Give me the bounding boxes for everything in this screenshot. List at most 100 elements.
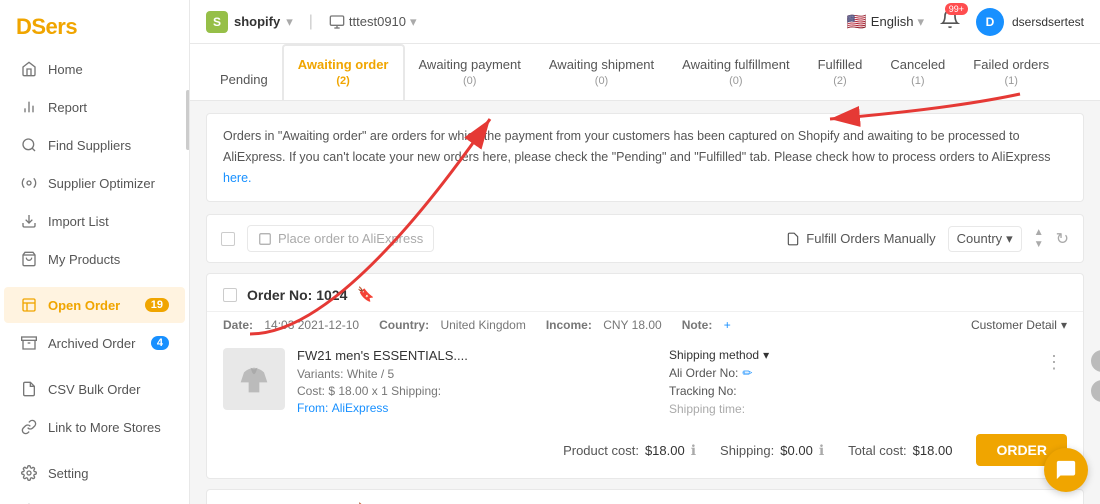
sidebar-item-supplier-optimizer[interactable]: Supplier Optimizer — [4, 165, 185, 201]
product-cost-detail: Cost: $ 18.00 x 1 Shipping: — [297, 384, 657, 398]
tab-fulfilled-count: (2) — [833, 74, 846, 89]
order-1-checkbox[interactable] — [223, 288, 237, 302]
add-note-icon[interactable]: + — [724, 318, 731, 332]
order-1-number: Order No: 1024 — [247, 287, 347, 303]
sidebar-item-csv-bulk-order[interactable]: CSV Bulk Order — [4, 371, 185, 407]
tab-fulfilled[interactable]: Fulfilled (2) — [804, 46, 877, 100]
product-variant: Variants: White / 5 — [297, 367, 657, 381]
tracking-no: Tracking No: — [669, 384, 1029, 398]
tab-awaiting-fulfillment[interactable]: Awaiting fulfillment (0) — [668, 46, 803, 100]
store-icon — [329, 14, 345, 30]
sidebar-item-find-suppliers-label: Find Suppliers — [48, 138, 169, 153]
total-cost-label: Total cost: — [848, 443, 907, 458]
tab-awaiting-payment-label: Awaiting payment — [419, 56, 521, 74]
store-selector[interactable]: tttest0910 ▾ — [329, 14, 417, 30]
lang-chevron-icon: ▾ — [917, 14, 924, 30]
topbar: S shopify ▾ | tttest0910 ▾ 🇺🇸 English ▾ … — [190, 0, 1100, 44]
avatar: D — [976, 8, 1004, 36]
shipping-method-label: Shipping method — [669, 348, 759, 362]
open-order-badge: 19 — [145, 298, 169, 312]
sidebar-item-manage-subscription[interactable]: Manage subscription — [4, 493, 185, 504]
order-card-2: Order No: 1023 🔖 — [206, 489, 1084, 504]
notification-button[interactable]: 99+ — [940, 9, 960, 34]
sidebar-item-import-list[interactable]: Import List — [4, 203, 185, 239]
select-all-checkbox[interactable] — [221, 232, 235, 246]
order-1-date-label: Date: 14:03 2021-12-10 — [223, 318, 359, 332]
tab-canceled[interactable]: Canceled (1) — [876, 46, 959, 100]
info-box: Orders in "Awaiting order" are orders fo… — [206, 113, 1084, 203]
tab-failed-orders-count: (1) — [1005, 74, 1018, 89]
shipping-chevron-icon: ▾ — [763, 348, 769, 362]
shopping-bag-icon — [20, 250, 38, 268]
order-1-country: United Kingdom — [440, 318, 525, 332]
logo: DSers — [0, 0, 189, 50]
tab-awaiting-payment[interactable]: Awaiting payment (0) — [405, 46, 535, 100]
tab-pending-label: Pending — [220, 71, 268, 89]
order-2-header: Order No: 1023 🔖 — [207, 490, 1083, 504]
order-card-1: Order No: 1024 🔖 Date: 14:03 2021-12-10 … — [206, 273, 1084, 479]
order-1-bookmark-icon[interactable]: 🔖 — [357, 286, 374, 303]
order-1-country-label: Country: United Kingdom — [379, 318, 526, 332]
sidebar-item-report[interactable]: Report — [4, 89, 185, 125]
sidebar-item-csv-label: CSV Bulk Order — [48, 382, 169, 397]
sidebar-item-supplier-optimizer-label: Supplier Optimizer — [48, 176, 169, 191]
language-selector[interactable]: 🇺🇸 English ▾ — [847, 12, 924, 32]
chat-icon — [1055, 459, 1077, 481]
sidebar-item-link-stores[interactable]: Link to More Stores — [4, 409, 185, 445]
sidebar-item-link-stores-label: Link to More Stores — [48, 420, 169, 435]
sidebar-item-import-list-label: Import List — [48, 214, 169, 229]
sidebar-item-archived-order-label: Archived Order — [48, 336, 141, 351]
product-from[interactable]: From: AliExpress — [297, 401, 657, 415]
more-options-button[interactable]: ⋮ — [1041, 348, 1067, 377]
gear-icon — [20, 464, 38, 482]
chevron-down-icon: ▾ — [286, 14, 293, 30]
document-icon — [20, 296, 38, 314]
sidebar-item-open-order[interactable]: Open Order 19 — [4, 287, 185, 323]
sidebar-item-my-products-label: My Products — [48, 252, 169, 267]
info-link[interactable]: here. — [223, 171, 252, 185]
tab-awaiting-shipment-count: (0) — [595, 74, 608, 89]
chat-button[interactable] — [1044, 448, 1088, 492]
flag-icon: 🇺🇸 — [847, 12, 867, 32]
total-cost-value: $18.00 — [913, 443, 953, 458]
sidebar-item-setting[interactable]: Setting — [4, 455, 185, 491]
bar-chart-icon — [20, 98, 38, 116]
tab-awaiting-order[interactable]: Awaiting order (2) — [282, 44, 405, 100]
tab-failed-orders[interactable]: Failed orders (1) — [959, 46, 1063, 100]
ali-order: Ali Order No: ✏ — [669, 366, 1029, 380]
product-cost-label: Product cost: — [563, 443, 639, 458]
tab-canceled-count: (1) — [911, 74, 924, 89]
country-select[interactable]: Country ▾ — [948, 226, 1022, 252]
tab-pending[interactable]: Pending — [206, 61, 282, 99]
scroll-down-button[interactable] — [1091, 380, 1100, 402]
sidebar-item-setting-label: Setting — [48, 466, 169, 481]
place-order-button[interactable]: Place order to AliExpress — [247, 225, 434, 252]
scroll-up-button[interactable] — [1091, 350, 1100, 372]
sidebar-item-find-suppliers[interactable]: Find Suppliers — [4, 127, 185, 163]
sidebar-item-my-products[interactable]: My Products — [4, 241, 185, 277]
main-content: S shopify ▾ | tttest0910 ▾ 🇺🇸 English ▾ … — [190, 0, 1100, 504]
tab-awaiting-fulfillment-count: (0) — [729, 74, 742, 89]
place-order-label: Place order to AliExpress — [278, 231, 423, 246]
fulfill-button[interactable]: Fulfill Orders Manually — [786, 231, 935, 246]
edit-ali-order-icon[interactable]: ✏ — [742, 366, 752, 380]
orders-toolbar: Place order to AliExpress Fulfill Orders… — [206, 214, 1084, 263]
sidebar-item-archived-order[interactable]: Archived Order 4 — [4, 325, 185, 361]
download-icon — [20, 212, 38, 230]
refresh-button[interactable]: ↻ — [1056, 229, 1069, 249]
shipping-method[interactable]: Shipping method ▾ — [669, 348, 1029, 362]
tab-awaiting-shipment[interactable]: Awaiting shipment (0) — [535, 46, 668, 100]
topbar-divider: | — [309, 13, 313, 31]
search-icon — [20, 136, 38, 154]
shopify-badge[interactable]: S shopify ▾ — [206, 11, 293, 33]
product-cost-info-icon[interactable]: ℹ — [691, 442, 696, 459]
shipping-cost-info-icon[interactable]: ℹ — [819, 442, 824, 459]
tab-awaiting-payment-count: (0) — [463, 74, 476, 89]
sidebar-item-home-label: Home — [48, 62, 169, 77]
sort-controls[interactable]: ▲ ▼ — [1034, 228, 1044, 250]
order-1-income-label: Income: CNY 18.00 — [546, 318, 662, 332]
sidebar-item-home[interactable]: Home — [4, 51, 185, 87]
customer-detail-button[interactable]: Customer Detail ▾ — [971, 318, 1067, 332]
optimize-icon — [20, 174, 38, 192]
tab-fulfilled-label: Fulfilled — [818, 56, 863, 74]
